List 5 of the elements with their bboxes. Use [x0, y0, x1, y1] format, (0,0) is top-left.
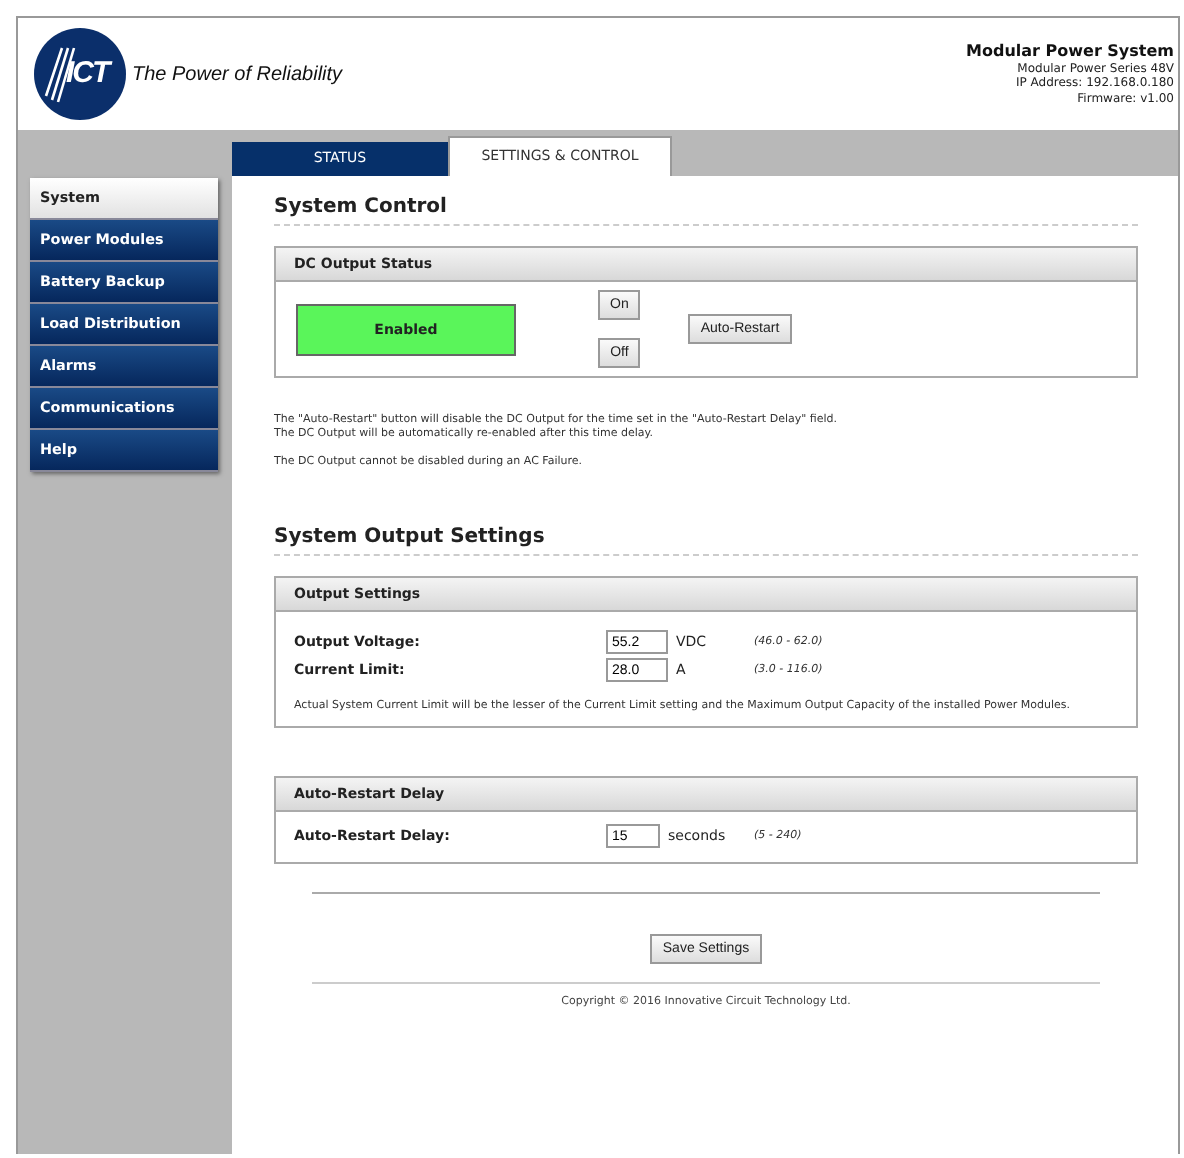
tagline: The Power of Reliability: [132, 63, 343, 85]
section-heading: System Output Settings: [274, 526, 1138, 556]
logo-icon: ICT: [34, 28, 126, 120]
section-heading: System Control: [274, 196, 1138, 226]
system-title: Modular Power System: [966, 41, 1174, 62]
